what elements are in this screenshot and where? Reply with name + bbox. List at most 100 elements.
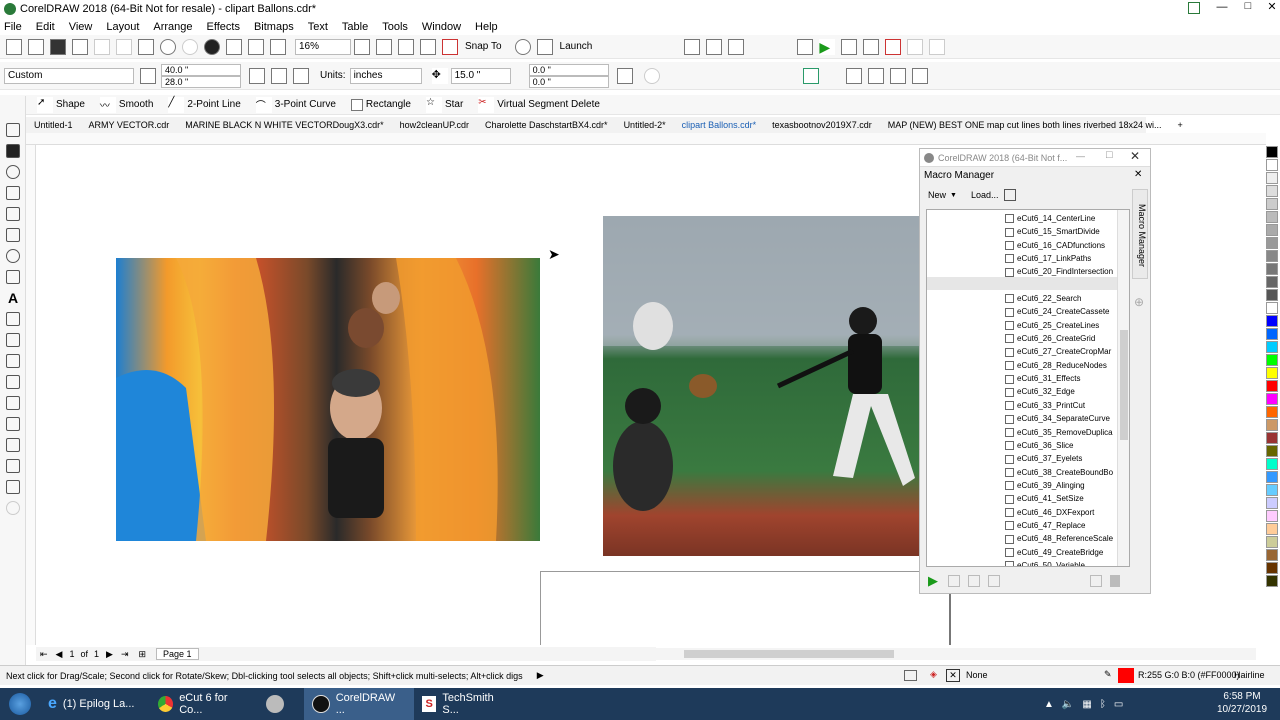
tool-a-icon[interactable]	[684, 38, 701, 55]
run-macro-button-icon[interactable]: ▶	[928, 573, 938, 589]
doc-tab-active[interactable]: clipart Ballons.cdr*	[674, 120, 765, 130]
palette-swatch[interactable]	[1266, 562, 1278, 574]
import-icon[interactable]	[226, 38, 242, 55]
vertical-ruler[interactable]	[26, 145, 36, 645]
menu-table[interactable]: Table	[342, 21, 368, 33]
macro-list-item[interactable]: eCut6_28_ReduceNodes	[1005, 359, 1117, 372]
palette-swatch[interactable]	[1266, 289, 1278, 301]
macro-list-item[interactable]: eCut6_24_CreateCassete	[1005, 305, 1117, 318]
outline-pen-icon[interactable]: ✎	[1104, 669, 1112, 680]
snap-off-icon[interactable]	[442, 38, 458, 55]
prev-page-icon[interactable]: ◀	[56, 649, 63, 660]
polygon-tool-icon[interactable]	[6, 270, 20, 284]
macro-manager-side-tab[interactable]: Macro Manager	[1132, 189, 1148, 279]
launch-dropdown[interactable]: Launch	[560, 41, 593, 52]
doc-tab[interactable]: ARMY VECTOR.cdr	[81, 120, 178, 130]
macro-list-item[interactable]: eCut6_48_ReferenceScale	[1005, 532, 1117, 545]
macro-step-icon[interactable]	[929, 38, 946, 55]
palette-swatch[interactable]	[1266, 497, 1278, 509]
three-point-curve-button[interactable]: 3-Point Curve	[275, 99, 336, 110]
macro-list-item[interactable]: eCut6_49_CreateBridge	[1005, 546, 1117, 559]
palette-swatch[interactable]	[1266, 380, 1278, 392]
macro-list-item[interactable]: eCut6_47_Replace	[1005, 519, 1117, 532]
macro-list-item[interactable]: eCut6_37_Eyelets	[1005, 452, 1117, 465]
baseball-photo[interactable]	[603, 216, 919, 556]
show-rulers-icon[interactable]	[376, 38, 392, 55]
macro-maximize-icon[interactable]: □	[1106, 149, 1113, 161]
macro-list-item[interactable]: eCut6_39_Alinging	[1005, 479, 1117, 492]
page-width-field[interactable]: 40.0 "	[161, 63, 241, 76]
numbering-icon[interactable]	[728, 38, 745, 55]
restore-help-icon[interactable]	[1188, 2, 1200, 14]
ellipse-tool-icon[interactable]	[6, 249, 20, 263]
macro-list-item[interactable]: eCut6_50_Variable	[1005, 559, 1117, 566]
menu-bitmaps[interactable]: Bitmaps	[254, 21, 294, 33]
palette-swatch[interactable]	[1266, 510, 1278, 522]
close-icon[interactable]: ✕	[1264, 0, 1280, 13]
menu-arrange[interactable]: Arrange	[153, 21, 192, 33]
menu-tools[interactable]: Tools	[382, 21, 408, 33]
palette-swatch[interactable]	[1266, 263, 1278, 275]
palette-swatch[interactable]	[1266, 484, 1278, 496]
menu-text[interactable]: Text	[308, 21, 328, 33]
horizontal-ruler[interactable]	[26, 133, 1266, 145]
no-fill-swatch-icon[interactable]: ✕	[946, 669, 960, 682]
palette-swatch[interactable]	[1266, 172, 1278, 184]
taskbar-item[interactable]: e (1) Epilog La...	[40, 688, 150, 720]
palette-swatch[interactable]	[1266, 302, 1278, 314]
network-icon[interactable]: ▦	[1082, 699, 1091, 710]
macro-list-item[interactable]: eCut6_34_SeparateCurve	[1005, 412, 1117, 425]
palette-swatch[interactable]	[1266, 250, 1278, 262]
macro-list-item[interactable]: eCut6_38_CreateBoundBo	[1005, 466, 1117, 479]
doc-tab[interactable]: Untitled-2*	[616, 120, 674, 130]
start-button-icon[interactable]	[0, 688, 40, 720]
all-pages-icon[interactable]	[271, 67, 287, 84]
run-macro-icon[interactable]: ▶	[819, 38, 836, 55]
page-height-field[interactable]: 28.0 "	[161, 75, 241, 88]
palette-swatch[interactable]	[1266, 328, 1278, 340]
add-docker-icon[interactable]: ⊕	[1134, 295, 1144, 309]
artistic-media-icon[interactable]	[6, 207, 20, 221]
macro-list-item[interactable]: eCut6_26_CreateGrid	[1005, 332, 1117, 345]
cut-icon[interactable]	[94, 38, 110, 55]
palette-swatch[interactable]	[1266, 419, 1278, 431]
menu-edit[interactable]: Edit	[36, 21, 55, 33]
macro-edit-icon[interactable]	[1090, 575, 1102, 587]
add-tab-icon[interactable]: +	[1169, 120, 1190, 130]
page-tab[interactable]: Page 1	[156, 648, 199, 660]
macro-close-icon[interactable]: ✕	[1130, 149, 1140, 163]
add-preset-icon[interactable]	[643, 67, 660, 84]
tool-slot-icon[interactable]	[6, 459, 20, 473]
macro-tool-e-icon[interactable]	[911, 67, 928, 84]
palette-swatch[interactable]	[1266, 393, 1278, 405]
scroll-thumb[interactable]	[1120, 330, 1128, 440]
macro-list-item[interactable]: eCut6_46_DXFexport	[1005, 506, 1117, 519]
menu-effects[interactable]: Effects	[207, 21, 240, 33]
volume-icon[interactable]: 🔈	[1062, 699, 1074, 710]
palette-swatch[interactable]	[1266, 367, 1278, 379]
taskbar-item[interactable]	[258, 688, 304, 720]
first-page-icon[interactable]: ⇤	[40, 649, 48, 660]
chevron-down-icon[interactable]: ▼	[950, 192, 957, 199]
taskbar-item[interactable]: eCut 6 for Co...	[150, 688, 258, 720]
macro-tool-b-icon[interactable]	[845, 67, 862, 84]
duplicate-x-field[interactable]: 0.0 "	[528, 63, 609, 76]
crop-tool-icon[interactable]	[6, 144, 20, 158]
palette-swatch[interactable]	[1266, 471, 1278, 483]
palette-swatch[interactable]	[1266, 237, 1278, 249]
new-document-icon[interactable]	[6, 38, 22, 55]
rectangle-button[interactable]: Rectangle	[366, 99, 411, 110]
shadow-tool-icon[interactable]	[6, 333, 20, 347]
paste-icon[interactable]	[138, 38, 154, 55]
current-page-icon[interactable]	[293, 67, 309, 84]
macro-action-icon[interactable]	[988, 575, 1000, 587]
current-page-number[interactable]: 1	[69, 649, 74, 659]
palette-swatch[interactable]	[1266, 315, 1278, 327]
palette-swatch[interactable]	[1266, 198, 1278, 210]
menu-view[interactable]: View	[69, 21, 93, 33]
page-preset-select[interactable]: Custom	[4, 67, 134, 84]
macro-new-dropdown[interactable]: New	[928, 190, 946, 200]
doc-tab[interactable]: how2cleanUP.cdr	[392, 120, 477, 130]
color-proof-icon[interactable]	[904, 670, 917, 681]
nudge-distance-field[interactable]: 15.0 "	[450, 67, 511, 84]
